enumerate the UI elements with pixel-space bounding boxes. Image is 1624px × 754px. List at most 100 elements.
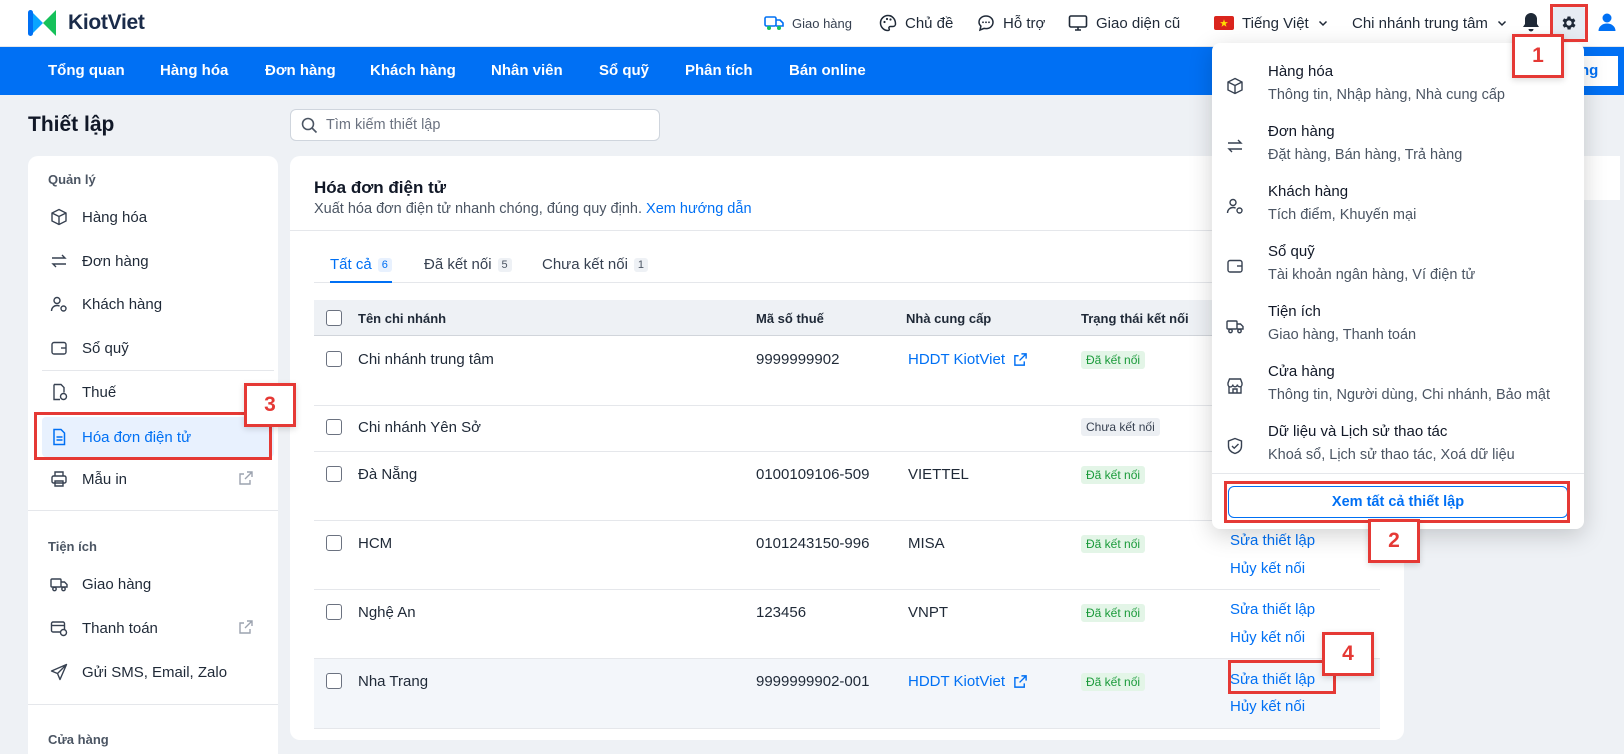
dropdown-item-utilities[interactable]: Tiện ích Giao hàng, Thanh toán [1226,297,1570,353]
disconnect-link[interactable]: Hủy kết nối [1230,698,1305,715]
external-link-icon [239,471,253,485]
theme-link[interactable]: Chủ đề [879,12,953,34]
row-checkbox[interactable] [326,673,342,689]
tab-label: Tất cả [330,256,372,273]
dropdown-item-customers[interactable]: Khách hàng Tích điểm, Khuyến mại [1226,177,1570,233]
printer-icon [51,471,67,487]
sidebar-item-tax[interactable]: Thuế [50,372,266,412]
nav-products[interactable]: Hàng hóa [160,62,228,79]
status-badge: Chưa kết nối [1081,418,1160,436]
status-badge: Đã kết nối [1081,604,1146,622]
chevron-down-icon [1497,20,1506,27]
sidebar-item-payment[interactable]: Thanh toán [50,608,266,648]
theme-label: Chủ đề [905,14,954,32]
nav-analytics[interactable]: Phân tích [685,62,753,79]
sidebar-item-label: Sổ quỹ [82,339,129,357]
tax-code: 0101243150-996 [756,535,870,552]
notification-button[interactable] [1521,11,1541,33]
send-icon [50,663,68,681]
brand-name: KiotViet [68,11,145,34]
box-icon [51,208,67,226]
sidebar-item-cashbook[interactable]: Sổ quỹ [50,328,266,368]
active-tab-indicator [330,281,392,283]
edit-settings-link[interactable]: Sửa thiết lập [1230,601,1315,618]
tab-connected[interactable]: Đã kết nối 5 [424,256,512,273]
language-select[interactable]: Tiếng Việt [1214,12,1329,34]
dropdown-item-store[interactable]: Cửa hàng Thông tin, Người dùng, Chi nhán… [1226,357,1570,413]
provider-link[interactable]: HDDT KiotViet [908,351,1028,368]
dropdown-item-subtitle: Tích điểm, Khuyến mại [1268,207,1417,223]
nav-overview[interactable]: Tổng quan [48,62,125,79]
sidebar-item-delivery[interactable]: Giao hàng [50,564,266,604]
wallet-icon [51,341,67,355]
truck-icon [1226,320,1244,334]
sidebar-item-messaging[interactable]: Gửi SMS, Email, Zalo [50,652,266,692]
disconnect-link[interactable]: Hủy kết nối [1230,560,1305,577]
table-row: HCM 0101243150-996 MISA Đã kết nối Sửa t… [314,521,1380,590]
dropdown-item-data-history[interactable]: Dữ liệu và Lịch sử thao tác Khoá sổ, Lịc… [1226,417,1570,473]
delivery-link[interactable]: Giao hàng [764,12,852,34]
tab-all[interactable]: Tất cả 6 [330,256,392,273]
support-link[interactable]: Hỗ trợ [977,12,1045,34]
row-checkbox[interactable] [326,466,342,482]
row-checkbox[interactable] [326,604,342,620]
row-checkbox[interactable] [326,351,342,367]
branch-name: Nghệ An [358,604,416,621]
tab-count: 1 [633,257,649,272]
chevron-down-icon [1318,20,1327,27]
dropdown-item-title: Dữ liệu và Lịch sử thao tác [1268,423,1448,440]
dropdown-item-subtitle: Đặt hàng, Bán hàng, Trả hàng [1268,147,1463,163]
branch-name: Chi nhánh trung tâm [358,351,494,368]
branch-name: Nha Trang [358,673,429,690]
sidebar-item-customers[interactable]: Khách hàng [50,284,266,324]
branch-select[interactable]: Chi nhánh trung tâm [1352,12,1508,34]
sidebar-item-orders[interactable]: Đơn hàng [50,241,266,281]
status-badge: Đã kết nối [1081,466,1146,484]
row-checkbox[interactable] [326,419,342,435]
external-link-icon [1014,675,1027,688]
box-icon [1227,77,1243,95]
old-ui-label: Giao diện cũ [1096,14,1181,32]
external-link-icon [1014,353,1027,366]
external-link-icon [239,620,253,634]
dropdown-item-subtitle: Thông tin, Nhập hàng, Nhà cung cấp [1268,87,1505,103]
sidebar-item-print-templates[interactable]: Mẫu in [50,459,266,499]
edit-settings-link[interactable]: Sửa thiết lập [1230,532,1315,549]
nav-customers[interactable]: Khách hàng [370,62,456,79]
select-all-checkbox[interactable] [326,310,342,326]
tax-code: 9999999902 [756,351,840,368]
nav-staff[interactable]: Nhân viên [491,62,563,79]
annotation-highlight-edit-settings [1228,660,1336,694]
logo[interactable]: KiotViet [26,6,145,40]
sidebar-divider [28,704,278,705]
guide-link[interactable]: Xem hướng dẫn [646,201,751,217]
tab-label: Đã kết nối [424,256,492,273]
dropdown-item-orders[interactable]: Đơn hàng Đặt hàng, Bán hàng, Trả hàng [1226,117,1570,173]
tab-not-connected[interactable]: Chưa kết nối 1 [542,256,649,273]
search-input[interactable] [326,117,646,133]
provider-link[interactable]: HDDT KiotViet [908,673,1028,690]
provider-name: VNPT [908,604,949,621]
user-avatar[interactable] [1596,11,1618,33]
nav-orders[interactable]: Đơn hàng [265,62,336,79]
old-ui-link[interactable]: Giao diện cũ [1068,12,1180,34]
disconnect-link[interactable]: Hủy kết nối [1230,629,1305,646]
sidebar-divider [42,370,274,371]
card-description: Xuất hóa đơn điện tử nhanh chóng, đúng q… [314,201,752,217]
tax-code: 9999999902-001 [756,673,870,690]
tax-document-icon [53,383,68,401]
dropdown-item-cashbook[interactable]: Sổ quỹ Tài khoản ngân hàng, Ví điện tử [1226,237,1570,293]
support-label: Hỗ trợ [1003,14,1046,32]
annotation-highlight-e-invoice [34,412,272,460]
settings-search[interactable] [290,109,660,141]
sidebar-item-products[interactable]: Hàng hóa [50,197,266,237]
nav-online-sales[interactable]: Bán online [789,62,866,79]
dropdown-item-title: Khách hàng [1268,183,1349,200]
branch-label: Chi nhánh trung tâm [1352,14,1488,32]
sidebar-item-label: Giao hàng [82,575,152,593]
sidebar-item-label: Mẫu in [82,470,128,488]
sidebar-group-store: Cửa hàng [48,732,109,747]
row-checkbox[interactable] [326,535,342,551]
nav-cashbook[interactable]: Sổ quỹ [599,62,649,79]
sidebar-item-label: Hàng hóa [82,208,148,226]
